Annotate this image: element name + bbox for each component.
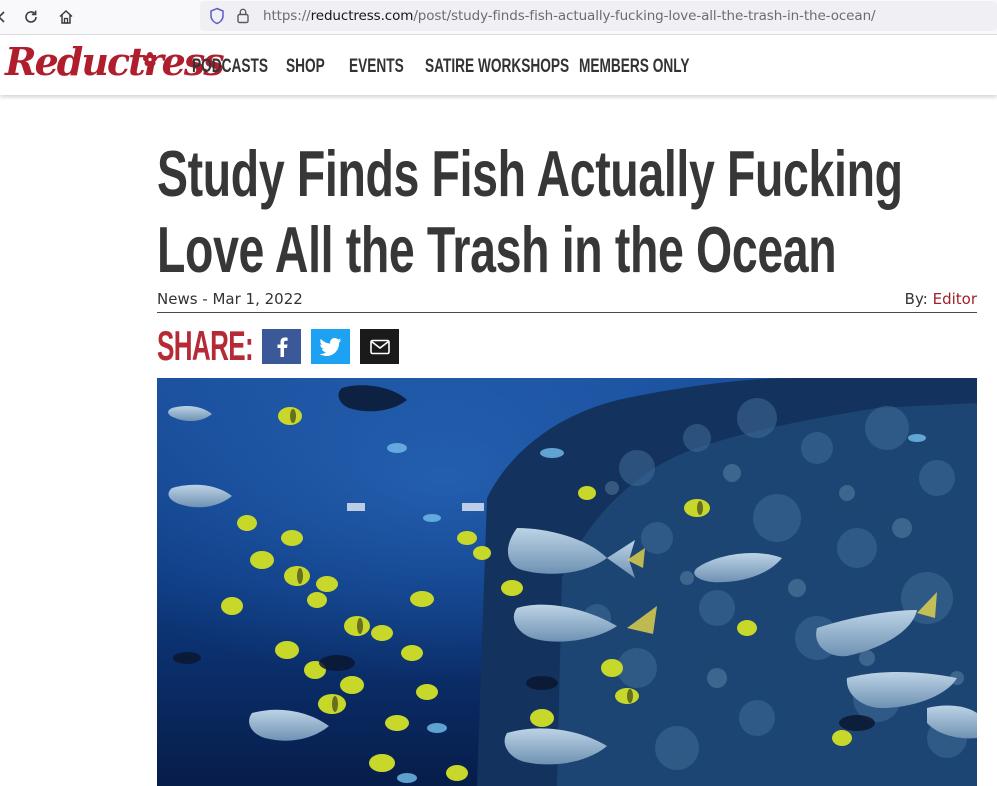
site-logo[interactable]: Reductress [5, 39, 225, 84]
author-link[interactable]: Editor [933, 290, 977, 308]
article-headline: Study Finds Fish Actually Fucking Love A… [157, 137, 903, 286]
tracking-protection-shield-icon[interactable] [209, 7, 225, 29]
url-prefix: https:// [263, 8, 311, 24]
url-text[interactable]: https://reductress.com/post/study-finds-… [263, 8, 876, 24]
article-hero-image [157, 378, 977, 786]
facebook-icon [277, 337, 288, 357]
logo-flower-icon [142, 51, 158, 71]
reload-icon[interactable] [19, 5, 43, 29]
lock-icon[interactable] [236, 7, 250, 28]
back-arrow-icon[interactable] [0, 5, 14, 29]
nav-podcasts[interactable]: PODCASTS [192, 56, 268, 78]
article-byline: By: Editor [905, 290, 977, 308]
share-facebook-button[interactable] [262, 329, 301, 364]
address-bar[interactable]: https://reductress.com/post/study-finds-… [200, 1, 997, 31]
nav-events[interactable]: EVENTS [349, 56, 404, 78]
browser-toolbar: https://reductress.com/post/study-finds-… [0, 0, 997, 35]
share-twitter-button[interactable] [311, 329, 350, 364]
url-host: reductress.com [310, 8, 414, 24]
share-email-button[interactable] [360, 329, 399, 364]
twitter-icon [319, 337, 341, 356]
home-icon[interactable] [54, 5, 78, 29]
nav-satire-workshops[interactable]: SATIRE WORKSHOPS [425, 56, 569, 78]
url-path: /post/study-finds-fish-actually-fucking-… [413, 8, 876, 24]
nav-members-only[interactable]: MEMBERS ONLY [579, 56, 689, 78]
share-label: SHARE: [157, 322, 254, 369]
site-header: Reductress PODCASTS SHOP EVENTS SATIRE W… [0, 35, 997, 95]
byline-label: By: [904, 290, 928, 308]
nav-shop[interactable]: SHOP [286, 56, 325, 78]
email-icon [369, 339, 390, 354]
article-meta: News - Mar 1, 2022 By: Editor [157, 290, 977, 313]
article-category-date: News - Mar 1, 2022 [157, 290, 303, 308]
